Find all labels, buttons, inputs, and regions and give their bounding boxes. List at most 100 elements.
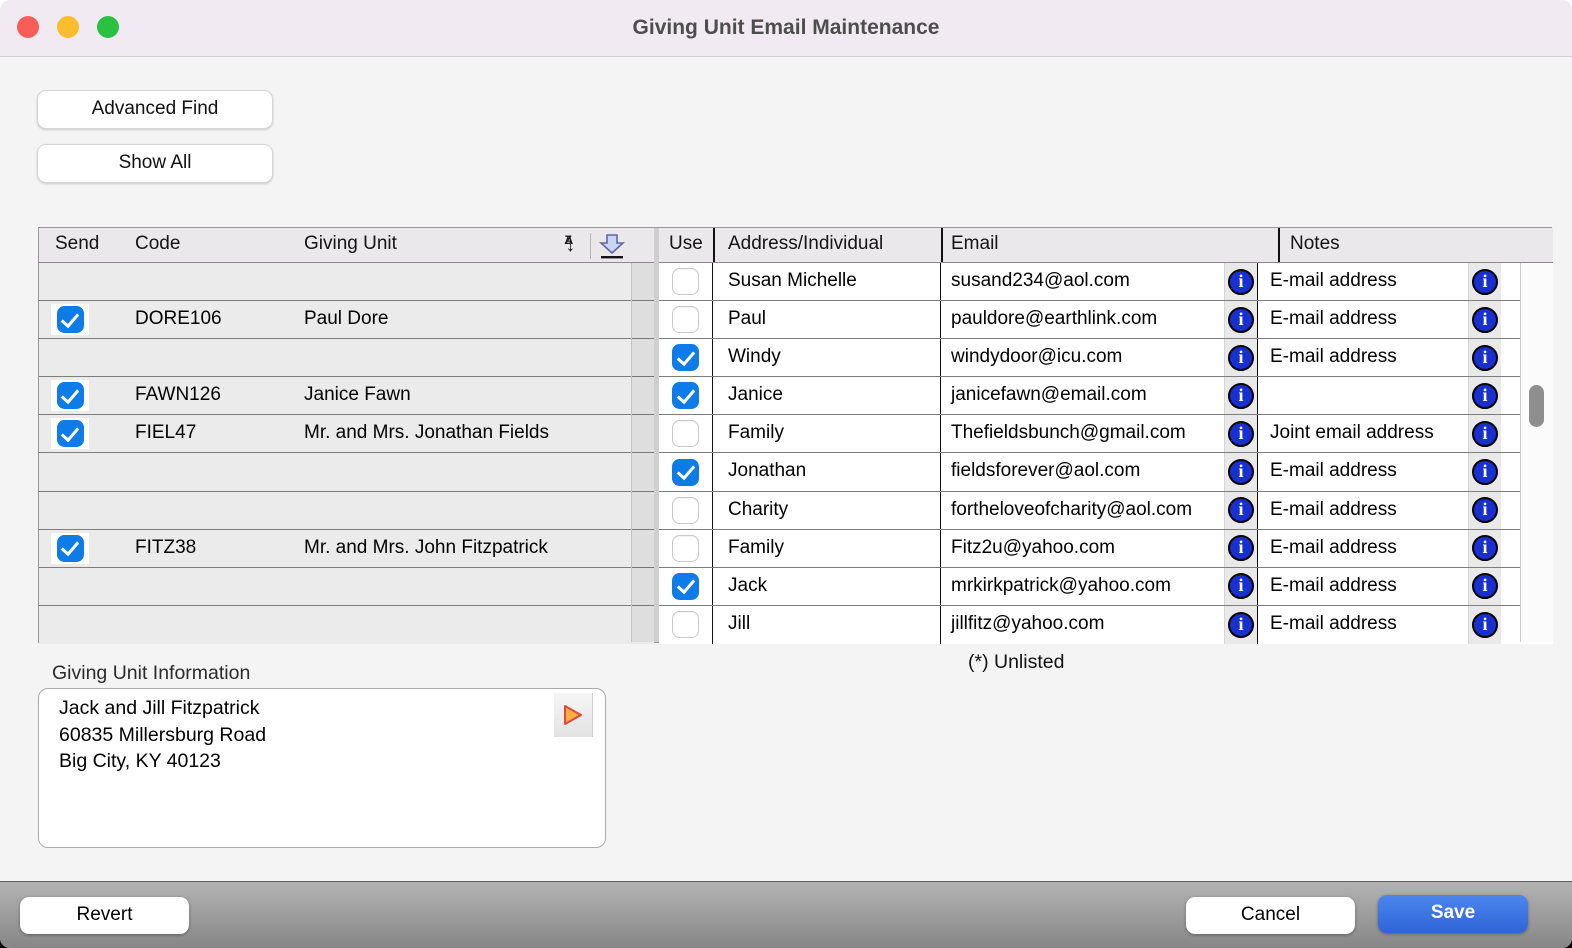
notes-cell[interactable]: E-mail address [1258, 492, 1468, 529]
email-cell[interactable]: susand234@aol.com [941, 263, 1224, 300]
giving-unit-row[interactable]: FITZ38Mr. and Mrs. John Fitzpatrick [39, 530, 654, 568]
info-icon[interactable]: i [1228, 383, 1254, 409]
giving-unit-row[interactable] [39, 492, 654, 530]
email-table: Use Address/Individual Email Notes Susan… [659, 228, 1553, 642]
advanced-find-button[interactable]: Advanced Find [37, 90, 273, 129]
giving-unit-row[interactable] [39, 453, 654, 491]
email-row[interactable]: Jackmrkirkpatrick@yahoo.comiE-mail addre… [659, 568, 1553, 606]
revert-button[interactable]: Revert [20, 897, 189, 934]
scrollbar-thumb[interactable] [1529, 385, 1544, 427]
use-checkbox[interactable] [672, 573, 699, 600]
notes-cell[interactable]: E-mail address [1258, 263, 1468, 300]
play-triangle-icon [563, 704, 583, 726]
notes-cell[interactable]: E-mail address [1258, 453, 1468, 490]
notes-info-cell: i [1468, 415, 1501, 452]
notes-cell[interactable]: E-mail address [1258, 339, 1468, 376]
giving-unit-row[interactable]: DORE106Paul Dore [39, 301, 654, 339]
notes-cell[interactable]: E-mail address [1258, 301, 1468, 338]
info-icon[interactable]: i [1228, 612, 1254, 638]
info-icon[interactable]: i [1472, 421, 1498, 447]
info-icon[interactable]: i [1472, 535, 1498, 561]
use-checkbox[interactable] [672, 344, 699, 371]
email-info-cell: i [1224, 453, 1258, 490]
giving-unit-row[interactable]: FIEL47Mr. and Mrs. Jonathan Fields [39, 415, 654, 453]
email-row[interactable]: Paulpauldore@earthlink.comiE-mail addres… [659, 301, 1553, 339]
save-button[interactable]: Save [1378, 895, 1528, 933]
use-checkbox[interactable] [672, 535, 699, 562]
import-arrow-icon[interactable] [598, 232, 626, 260]
notes-cell[interactable] [1258, 377, 1468, 414]
email-cell[interactable]: mrkirkpatrick@yahoo.com [941, 568, 1224, 605]
notes-cell[interactable]: E-mail address [1258, 530, 1468, 567]
email-row[interactable]: Windywindydoor@icu.comiE-mail addressi [659, 339, 1553, 377]
use-checkbox[interactable] [672, 382, 699, 409]
address-individual-cell: Charity [713, 492, 941, 529]
send-column-header: Send [55, 233, 99, 255]
info-icon[interactable]: i [1472, 573, 1498, 599]
email-cell[interactable]: fortheloveofcharity@aol.com [941, 492, 1224, 529]
info-icon[interactable]: i [1228, 497, 1254, 523]
giving-unit-information-box[interactable]: Jack and Jill Fitzpatrick 60835 Millersb… [38, 688, 606, 848]
notes-cell[interactable]: Joint email address [1258, 415, 1468, 452]
use-checkbox[interactable] [672, 459, 699, 486]
info-icon[interactable]: i [1472, 612, 1498, 638]
send-checkbox[interactable] [57, 306, 84, 333]
giving-unit-row[interactable] [39, 339, 654, 377]
info-icon[interactable]: i [1472, 269, 1498, 295]
giving-unit-row[interactable] [39, 568, 654, 606]
giving-unit-email-maintenance-window: Giving Unit Email Maintenance Advanced F… [0, 0, 1572, 948]
az-sort-descending-icon[interactable]: AZ ↓ [565, 235, 576, 257]
use-checkbox[interactable] [672, 611, 699, 638]
info-icon[interactable]: i [1472, 307, 1498, 333]
email-cell[interactable]: janicefawn@email.com [941, 377, 1224, 414]
address-individual-cell: Jack [713, 568, 941, 605]
use-checkbox-cell [659, 568, 713, 605]
info-icon[interactable]: i [1472, 497, 1498, 523]
cancel-button[interactable]: Cancel [1186, 897, 1355, 934]
notes-cell[interactable]: E-mail address [1258, 606, 1468, 644]
email-row[interactable]: FamilyThefieldsbunch@gmail.comiJoint ema… [659, 415, 1553, 453]
send-checkbox[interactable] [57, 535, 84, 562]
notes-info-cell: i [1468, 606, 1501, 644]
use-checkbox[interactable] [672, 268, 699, 295]
send-checkbox[interactable] [57, 420, 84, 447]
email-table-scrollbar-track[interactable] [1520, 263, 1553, 642]
email-row[interactable]: Susan Michellesusand234@aol.comiE-mail a… [659, 263, 1553, 301]
go-to-record-button[interactable] [554, 693, 593, 737]
email-row[interactable]: Jonathanfieldsforever@aol.comiE-mail add… [659, 453, 1553, 491]
email-row[interactable]: Janicejanicefawn@email.comii [659, 377, 1553, 415]
send-checkbox[interactable] [57, 382, 84, 409]
email-row[interactable]: Charityfortheloveofcharity@aol.comiE-mai… [659, 492, 1553, 530]
giving-unit-row[interactable]: FAWN126Janice Fawn [39, 377, 654, 415]
email-row[interactable]: Jilljillfitz@yahoo.comiE-mail addressi [659, 606, 1553, 644]
giving-unit-scrollbar-track[interactable] [631, 263, 654, 642]
info-icon[interactable]: i [1228, 269, 1254, 295]
column-divider [1278, 228, 1280, 262]
email-table-header: Use Address/Individual Email Notes [659, 228, 1553, 263]
info-icon[interactable]: i [1472, 345, 1498, 371]
use-checkbox-cell [659, 453, 713, 490]
email-cell[interactable]: jillfitz@yahoo.com [941, 606, 1224, 644]
info-icon[interactable]: i [1228, 573, 1254, 599]
email-cell[interactable]: Fitz2u@yahoo.com [941, 530, 1224, 567]
email-row[interactable]: FamilyFitz2u@yahoo.comiE-mail addressi [659, 530, 1553, 568]
info-icon[interactable]: i [1228, 307, 1254, 333]
info-icon[interactable]: i [1472, 383, 1498, 409]
info-icon[interactable]: i [1228, 535, 1254, 561]
show-all-button[interactable]: Show All [37, 144, 273, 183]
use-checkbox[interactable] [672, 497, 699, 524]
email-cell[interactable]: fieldsforever@aol.com [941, 453, 1224, 490]
giving-unit-row[interactable] [39, 606, 654, 644]
info-icon[interactable]: i [1228, 345, 1254, 371]
info-icon[interactable]: i [1228, 421, 1254, 447]
info-icon[interactable]: i [1472, 459, 1498, 485]
email-cell[interactable]: Thefieldsbunch@gmail.com [941, 415, 1224, 452]
email-cell[interactable]: windydoor@icu.com [941, 339, 1224, 376]
email-cell[interactable]: pauldore@earthlink.com [941, 301, 1224, 338]
info-icon[interactable]: i [1228, 459, 1254, 485]
notes-cell[interactable]: E-mail address [1258, 568, 1468, 605]
giving-unit-row[interactable] [39, 263, 654, 301]
use-checkbox[interactable] [672, 306, 699, 333]
use-checkbox[interactable] [672, 420, 699, 447]
address-individual-cell: Family [713, 530, 941, 567]
